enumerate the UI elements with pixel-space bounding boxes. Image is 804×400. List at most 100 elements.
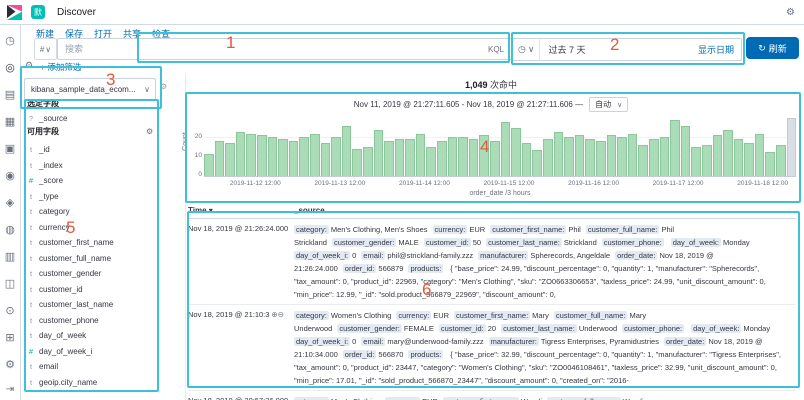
discover-icon[interactable]: ◎ bbox=[5, 63, 15, 74]
add-filter-button[interactable]: + 添加筛选 bbox=[40, 61, 81, 73]
histogram-bar[interactable] bbox=[236, 132, 246, 176]
histogram-bar[interactable] bbox=[660, 137, 670, 176]
table-row[interactable]: Nov 18, 2019 @ 21:10:3 ⊕⊖category:Women'… bbox=[188, 305, 796, 391]
histogram-bar[interactable] bbox=[469, 139, 479, 176]
filter-gear-icon[interactable]: ⚙ bbox=[25, 60, 33, 71]
field-item-currency[interactable]: tcurrency bbox=[27, 220, 157, 236]
available-fields-gear-icon[interactable]: ⚙ bbox=[146, 127, 153, 136]
field-item-day-of-week[interactable]: tday_of_week bbox=[27, 328, 157, 344]
histogram-bar[interactable] bbox=[501, 122, 511, 176]
histogram-bar[interactable] bbox=[670, 120, 680, 176]
field-item-customer-full-name[interactable]: tcustomer_full_name bbox=[27, 251, 157, 267]
histogram-bar[interactable] bbox=[638, 145, 648, 176]
apm-icon[interactable]: ◫ bbox=[5, 279, 15, 290]
search-input[interactable] bbox=[58, 44, 488, 54]
field-item--score[interactable]: #_score bbox=[27, 173, 157, 189]
histogram-bar[interactable] bbox=[437, 141, 447, 176]
field-item-customer-phone[interactable]: tcustomer_phone bbox=[27, 313, 157, 329]
histogram-bar[interactable] bbox=[723, 130, 733, 176]
collapse-nav-icon[interactable]: ⇥ bbox=[0, 384, 20, 395]
histogram-bar[interactable] bbox=[564, 137, 574, 176]
histogram-bar[interactable] bbox=[310, 134, 320, 176]
index-pattern-gear-icon[interactable]: ⚙ bbox=[160, 82, 167, 91]
histogram-bar[interactable] bbox=[691, 147, 701, 176]
histogram-bar[interactable] bbox=[607, 135, 617, 176]
histogram-bar[interactable] bbox=[713, 135, 723, 176]
histogram-bar[interactable] bbox=[416, 134, 426, 176]
field-item-source[interactable]: ? _source bbox=[27, 111, 67, 127]
zoom-out-icon[interactable]: ⊖ bbox=[278, 310, 284, 319]
field-item-customer-first-name[interactable]: tcustomer_first_name bbox=[27, 235, 157, 251]
histogram-bar[interactable] bbox=[299, 137, 309, 176]
histogram-bar[interactable] bbox=[649, 139, 659, 176]
help-icon[interactable]: ⚙ bbox=[786, 7, 795, 18]
histogram-bar[interactable] bbox=[617, 137, 627, 176]
histogram-bar[interactable] bbox=[405, 139, 415, 176]
field-item-day-of-week-i[interactable]: #day_of_week_i bbox=[27, 344, 157, 360]
histogram-bar[interactable] bbox=[458, 137, 468, 176]
histogram-bar[interactable] bbox=[257, 135, 267, 176]
histogram-bar[interactable] bbox=[765, 152, 775, 176]
histogram-bar[interactable] bbox=[395, 139, 405, 176]
dev-tools-icon[interactable]: ⊞ bbox=[5, 333, 14, 344]
histogram-bar[interactable] bbox=[352, 149, 362, 176]
show-dates-button[interactable]: 显示日期 bbox=[698, 43, 741, 56]
field-item-email[interactable]: temail bbox=[27, 359, 157, 375]
table-row[interactable]: Nov 18, 2019 @ 20:57:36.000category:Men'… bbox=[188, 391, 796, 400]
histogram-bar[interactable] bbox=[734, 139, 744, 176]
logs-icon[interactable]: ▥ bbox=[5, 252, 15, 263]
visualize-icon[interactable]: ▤ bbox=[5, 90, 15, 101]
histogram-bar[interactable] bbox=[246, 134, 256, 176]
histogram-bar[interactable] bbox=[702, 145, 712, 176]
time-range-label[interactable]: 过去 7 天 bbox=[540, 43, 593, 56]
histogram-bar[interactable] bbox=[342, 126, 352, 176]
histogram-bar[interactable] bbox=[511, 128, 521, 176]
metrics-icon[interactable]: ◍ bbox=[5, 225, 15, 236]
histogram-bar[interactable] bbox=[479, 135, 489, 176]
histogram-bar[interactable] bbox=[384, 141, 394, 176]
field-item--id[interactable]: t_id bbox=[27, 142, 157, 158]
field-item-category[interactable]: tcategory bbox=[27, 204, 157, 220]
dashboard-icon[interactable]: ▦ bbox=[5, 117, 15, 128]
histogram-bar[interactable] bbox=[490, 141, 500, 176]
kibana-logo-icon[interactable] bbox=[7, 5, 22, 20]
kql-button[interactable]: KQL bbox=[488, 45, 511, 54]
histogram-bar[interactable] bbox=[755, 134, 765, 176]
canvas-icon[interactable]: ▣ bbox=[5, 144, 15, 155]
histogram-bar[interactable] bbox=[363, 147, 373, 176]
maps-icon[interactable]: ◈ bbox=[6, 198, 14, 209]
histogram-bar[interactable] bbox=[744, 143, 754, 176]
histogram-bar[interactable] bbox=[374, 130, 384, 176]
histogram-bar[interactable] bbox=[543, 139, 553, 176]
time-picker-quick-menu[interactable]: ◷ ∨ bbox=[513, 39, 540, 60]
histogram-bar[interactable] bbox=[776, 145, 786, 176]
histogram-bar[interactable] bbox=[596, 141, 606, 176]
stack-management-icon[interactable]: ⚙ bbox=[5, 360, 15, 371]
histogram-bar[interactable] bbox=[426, 147, 436, 176]
uptime-icon[interactable]: ⊙ bbox=[5, 306, 14, 317]
histogram-bar[interactable] bbox=[628, 134, 638, 176]
field-item--index[interactable]: t_index bbox=[27, 158, 157, 174]
histogram-bar[interactable] bbox=[225, 143, 235, 176]
histogram-bar[interactable] bbox=[278, 139, 288, 176]
histogram-bar[interactable] bbox=[522, 143, 532, 176]
field-item-customer-id[interactable]: tcustomer_id bbox=[27, 282, 157, 298]
refresh-button[interactable]: ↻ 刷新 bbox=[746, 37, 799, 59]
histogram-bar[interactable] bbox=[289, 141, 299, 176]
field-item--type[interactable]: t_type bbox=[27, 189, 157, 205]
histogram-bar[interactable] bbox=[554, 132, 564, 176]
histogram-bar[interactable] bbox=[321, 143, 331, 176]
histogram-bar[interactable] bbox=[681, 126, 691, 176]
histogram-bar[interactable] bbox=[331, 137, 341, 176]
query-language-button[interactable]: # ∨ bbox=[34, 38, 57, 60]
space-avatar[interactable]: 默 bbox=[31, 5, 45, 19]
histogram-bar[interactable] bbox=[575, 135, 585, 176]
histogram-bar[interactable] bbox=[204, 154, 214, 176]
machine-learning-icon[interactable]: ◉ bbox=[5, 171, 15, 182]
field-item-customer-last-name[interactable]: tcustomer_last_name bbox=[27, 297, 157, 313]
field-item-geoip-city-name[interactable]: tgeoip.city_name bbox=[27, 375, 157, 391]
table-row[interactable]: Nov 18, 2019 @ 21:26:24.000category:Men'… bbox=[188, 219, 796, 305]
histogram-bar[interactable] bbox=[532, 150, 542, 176]
time-column-header[interactable]: Time ▾ bbox=[188, 206, 294, 215]
histogram-bar[interactable] bbox=[268, 137, 278, 176]
